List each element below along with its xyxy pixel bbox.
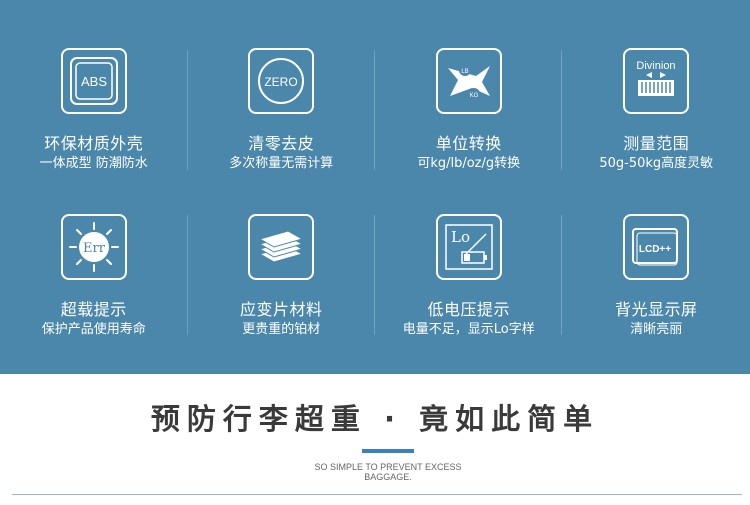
accent-bar: [362, 449, 414, 453]
feature-title: 测量范围: [623, 134, 690, 153]
feature-subtitle: 更贵重的铂材: [242, 322, 321, 337]
low-voltage-icon: Lo: [435, 214, 502, 280]
feature-strain-gauge: 应变片材料 更贵重的铂材: [188, 206, 376, 372]
feature-title: 超载提示: [60, 300, 127, 319]
headline: 预防行李超重 · 竟如此简单: [150, 402, 600, 436]
feature-title: 低电压提示: [427, 300, 510, 319]
feature-subtitle: 保护产品使用寿命: [41, 322, 146, 337]
unit-convert-icon: LB KG: [435, 48, 502, 114]
divinion-badge-text: Divinion: [637, 60, 676, 72]
feature-grid: ABS 环保材质外壳 一体成型 防潮防水 ZERO 清零去皮 多次称量无需计算 …: [0, 0, 750, 374]
overload-err-icon: Err: [60, 214, 127, 280]
feature-backlight-lcd: LCD++ 背光显示屏 清晰亮丽: [563, 206, 750, 372]
kg-badge-text: KG: [469, 93, 478, 99]
lcd-backlight-icon: LCD++: [623, 214, 690, 280]
abs-badge-text: ABS: [81, 74, 107, 89]
lb-badge-text: LB: [461, 69, 468, 75]
lo-badge-text: Lo: [451, 228, 470, 246]
zero-tare-icon: ZERO: [248, 48, 315, 114]
feature-subtitle: 一体成型 防潮防水: [39, 156, 148, 171]
feature-subtitle: 清晰亮丽: [630, 322, 683, 337]
zero-badge-text: ZERO: [265, 75, 298, 89]
feature-title: 应变片材料: [239, 300, 323, 319]
subline: SO SIMPLE TO PREVENT EXCESS BAGGAGE.: [314, 462, 462, 482]
feature-range: Divinion 测量范围 50g-50kg高度灵敏: [563, 40, 750, 206]
feature-subtitle: 50g-50kg高度灵敏: [599, 156, 714, 171]
feature-overload: Err 超载提示 保护产品使用寿命: [0, 206, 188, 372]
feature-zero-tare: ZERO 清零去皮 多次称量无需计算: [188, 40, 376, 206]
feature-title: 环保材质外壳: [44, 134, 144, 153]
feature-title: 单位转换: [435, 134, 502, 153]
feature-subtitle: 多次称量无需计算: [229, 156, 334, 171]
feature-title: 清零去皮: [248, 134, 315, 153]
abs-shell-icon: ABS: [60, 48, 127, 114]
division-scale-icon: Divinion: [623, 48, 690, 114]
steel-plate-icon: [248, 214, 315, 280]
lcd-badge-text: LCD++: [639, 244, 671, 255]
err-badge-text: Err: [83, 241, 106, 256]
feature-unit-convert: LB KG 单位转换 可kg/lb/oz/g转换: [375, 40, 563, 206]
feature-abs-shell: ABS 环保材质外壳 一体成型 防潮防水: [0, 40, 188, 206]
divider-line: [12, 494, 742, 495]
feature-title: 背光显示屏: [614, 300, 698, 319]
feature-low-voltage: Lo 低电压提示 电量不足，显示Lo字样: [375, 206, 563, 372]
feature-subtitle: 电量不足，显示Lo字样: [402, 322, 535, 337]
feature-subtitle: 可kg/lb/oz/g转换: [417, 156, 521, 171]
